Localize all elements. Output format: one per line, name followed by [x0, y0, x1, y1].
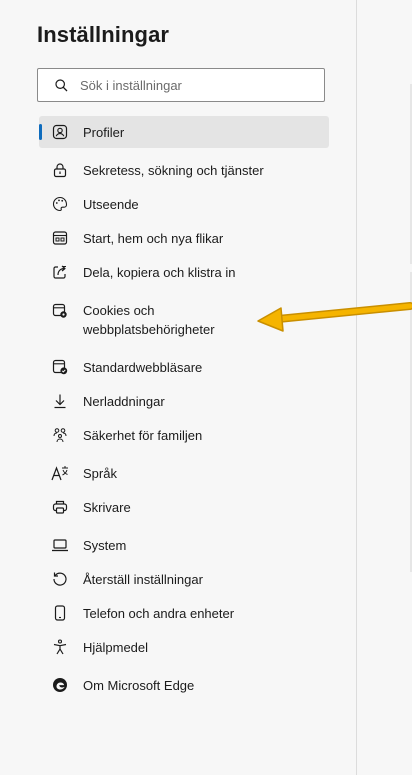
annotation-arrow [257, 302, 412, 332]
